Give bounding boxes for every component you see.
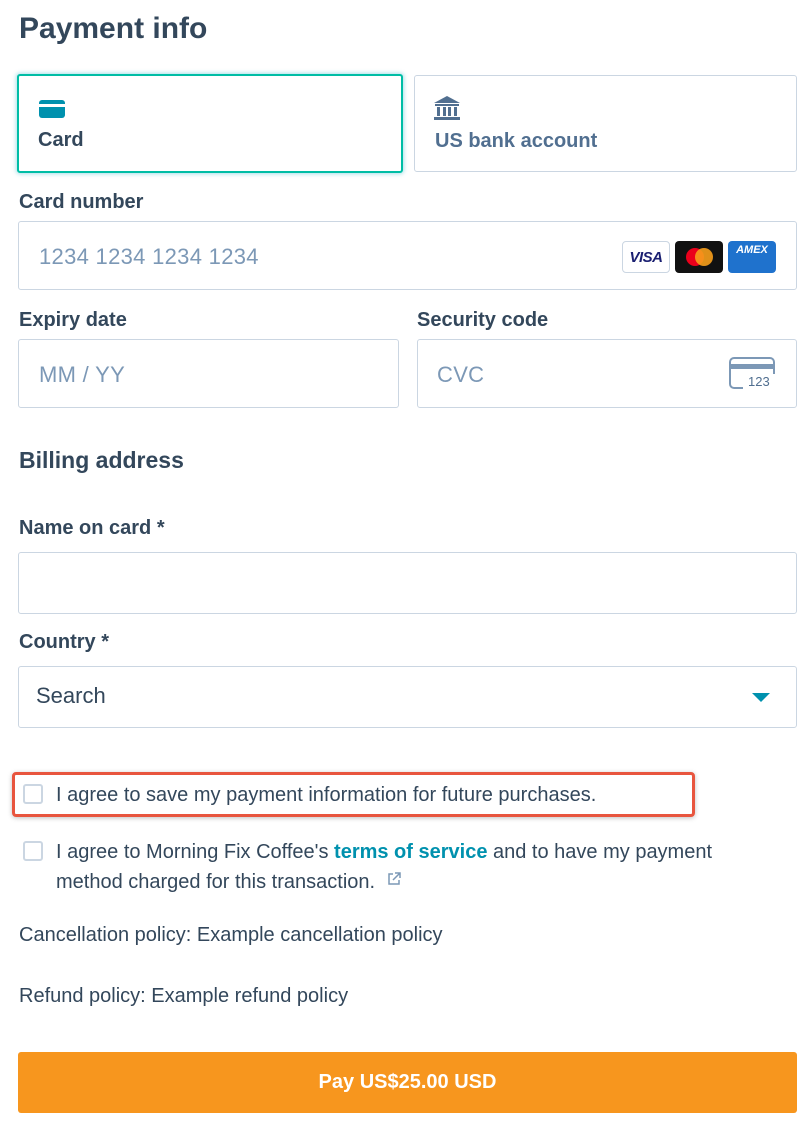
chevron-down-icon[interactable] — [752, 693, 770, 702]
country-select-value: Search — [36, 683, 106, 708]
name-on-card-input[interactable] — [18, 552, 797, 614]
country-select[interactable]: Search — [18, 666, 797, 728]
bank-icon — [433, 95, 461, 126]
card-number-field[interactable]: 1234 1234 1234 1234 VISA AMEX — [18, 221, 797, 290]
visa-icon: VISA — [622, 241, 670, 273]
cvc-card-icon: 123 — [729, 357, 777, 391]
external-link-icon[interactable] — [387, 866, 401, 894]
tab-us-bank-account[interactable]: US bank account — [414, 75, 797, 172]
terms-checkbox[interactable] — [23, 841, 43, 861]
security-code-label: Security code — [417, 309, 549, 331]
card-number-label: Card number — [19, 191, 144, 213]
terms-label[interactable]: I agree to Morning Fix Coffee's terms of… — [56, 838, 756, 896]
cvc-icon-text: 123 — [748, 374, 770, 389]
billing-address-heading: Billing address — [19, 447, 184, 473]
mastercard-icon — [675, 241, 723, 273]
page-title: Payment info — [19, 12, 208, 45]
security-code-field[interactable]: CVC 123 — [417, 339, 797, 408]
amex-brand-text: AMEX — [736, 244, 768, 256]
refund-policy: Refund policy: Example refund policy — [19, 985, 349, 1007]
visa-brand-text: VISA — [629, 249, 663, 266]
tab-card[interactable]: Card — [17, 74, 403, 173]
cancellation-policy: Cancellation policy: Example cancellatio… — [19, 924, 443, 946]
name-on-card-label: Name on card * — [19, 517, 165, 539]
save-payment-checkbox[interactable] — [23, 784, 43, 804]
country-label: Country * — [19, 631, 109, 653]
amex-icon: AMEX — [728, 241, 776, 273]
terms-of-service-link[interactable]: terms of service — [334, 841, 487, 863]
terms-prefix: I agree to Morning Fix Coffee's — [56, 841, 335, 863]
tab-card-label: Card — [38, 129, 84, 151]
card-number-placeholder: 1234 1234 1234 1234 — [39, 244, 259, 269]
tab-bank-label: US bank account — [435, 130, 598, 152]
expiry-placeholder: MM / YY — [39, 362, 126, 387]
expiry-label: Expiry date — [19, 309, 127, 331]
credit-card-icon — [38, 99, 66, 124]
save-payment-label[interactable]: I agree to save my payment information f… — [56, 781, 596, 809]
expiry-field[interactable]: MM / YY — [18, 339, 399, 408]
pay-button[interactable]: Pay US$25.00 USD — [18, 1052, 797, 1113]
cvc-placeholder: CVC — [437, 362, 485, 387]
